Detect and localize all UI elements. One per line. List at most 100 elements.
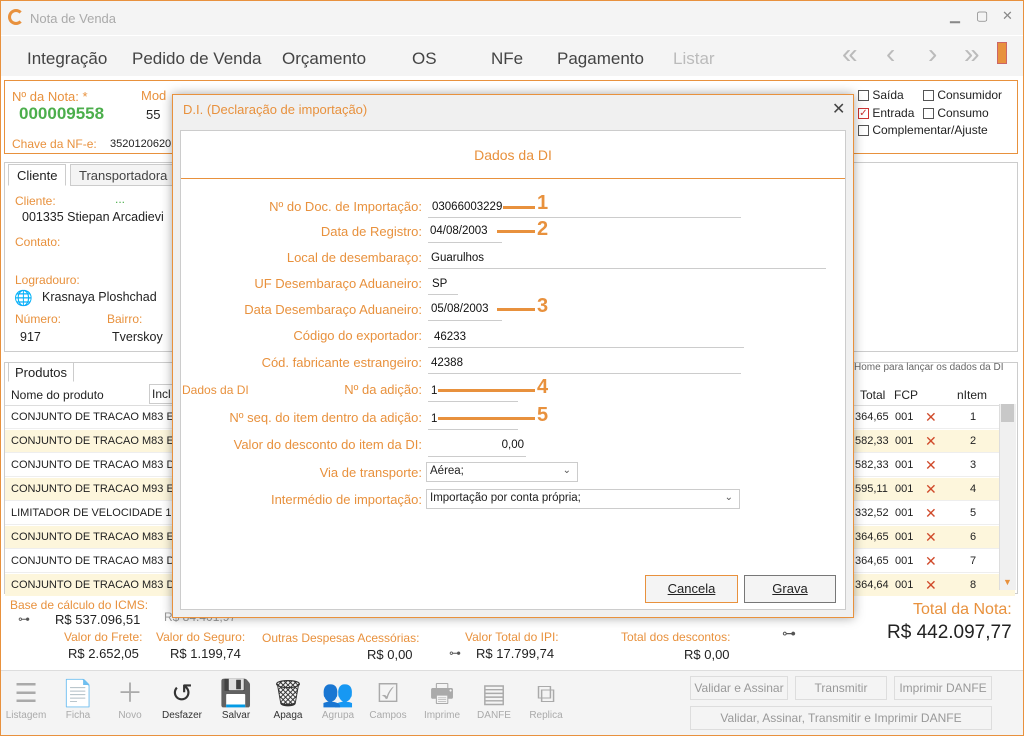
maximize-icon[interactable]: ▢ bbox=[976, 8, 988, 24]
agrupa-button[interactable]: 👥 Agrupa bbox=[316, 676, 360, 721]
tab-produtos[interactable]: Produtos bbox=[8, 362, 75, 382]
produto-nitem: 4 bbox=[970, 483, 977, 495]
remove-icon[interactable]: ✕ bbox=[925, 574, 937, 597]
seguro-value: R$ 1.199,74 bbox=[170, 646, 241, 661]
transmitir-button[interactable]: Transmitir bbox=[795, 676, 887, 700]
validar-all-button[interactable]: Validar, Assinar, Transmitir e Imprimir … bbox=[690, 706, 992, 730]
scroll-down-icon[interactable]: ▼ bbox=[1003, 577, 1012, 587]
tree-icon[interactable]: ⊶ bbox=[18, 612, 30, 626]
cancel-button[interactable]: Cancela bbox=[645, 575, 738, 603]
produto-total: 364,65 bbox=[855, 411, 889, 423]
ficha-button[interactable]: 📄 Ficha bbox=[56, 676, 100, 721]
listagem-icon: ☰ bbox=[14, 678, 38, 708]
fabricante-value[interactable]: 42388 bbox=[431, 357, 463, 369]
bairro-value[interactable]: Tverskoy bbox=[112, 330, 163, 344]
menu-integracao[interactable]: Integração bbox=[27, 49, 107, 69]
complementar-checkbox[interactable]: Complementar/Ajuste bbox=[858, 123, 988, 137]
codigo-exportador-label: Código do exportador: bbox=[293, 328, 422, 343]
produto-nitem: 2 bbox=[970, 435, 977, 447]
agrupa-icon: 👥 bbox=[321, 678, 355, 708]
menu-orcamento[interactable]: Orçamento bbox=[282, 49, 366, 69]
remove-icon[interactable]: ✕ bbox=[925, 550, 937, 573]
codigo-exportador-value[interactable]: 46233 bbox=[434, 331, 466, 343]
novo-button[interactable]: ＋ Novo bbox=[108, 676, 152, 721]
remove-icon[interactable]: ✕ bbox=[925, 526, 937, 549]
remove-icon[interactable]: ✕ bbox=[925, 454, 937, 477]
ipi-tree-icon[interactable]: ⊶ bbox=[449, 646, 461, 660]
via-transporte-select[interactable]: Aérea; ⌄ bbox=[426, 462, 578, 482]
menu-pagamento[interactable]: Pagamento bbox=[557, 49, 644, 69]
col-fcp[interactable]: FCP bbox=[894, 388, 918, 402]
previous-record-icon[interactable]: ‹ bbox=[886, 38, 895, 70]
callout-line-1 bbox=[503, 206, 535, 209]
remove-icon[interactable]: ✕ bbox=[925, 478, 937, 501]
close-icon[interactable]: ✕ bbox=[832, 99, 845, 119]
outras-despesas-label: Outras Despesas Acessórias: bbox=[262, 631, 420, 645]
modelo-label: Mod bbox=[141, 88, 167, 103]
col-nome-produto[interactable]: Nome do produto bbox=[11, 388, 104, 402]
menu-pedido-de-venda[interactable]: Pedido de Venda bbox=[132, 49, 262, 69]
remove-icon[interactable]: ✕ bbox=[925, 502, 937, 525]
data-registro-value[interactable]: 04/08/2003 bbox=[430, 225, 488, 237]
consumo-checkbox[interactable]: Consumo bbox=[923, 106, 989, 120]
total-nota-value: R$ 442.097,77 bbox=[887, 622, 1012, 643]
callout-number-2: 2 bbox=[537, 218, 549, 240]
numero-nota-value: 000009558 bbox=[19, 104, 105, 123]
menu-listar[interactable]: Listar bbox=[673, 49, 715, 69]
seq-item-value[interactable]: 1 bbox=[431, 413, 437, 425]
imprimir-danfe-button[interactable]: Imprimir DANFE bbox=[894, 676, 992, 700]
campos-button[interactable]: ☑ Campos bbox=[366, 676, 410, 721]
consumidor-checkbox[interactable]: Consumidor bbox=[923, 88, 1002, 102]
first-record-icon[interactable]: « bbox=[842, 38, 858, 70]
produto-nome: CONJUNTO DE TRACAO M93 ES bbox=[11, 483, 182, 495]
saida-checkbox[interactable]: Saída bbox=[858, 88, 904, 102]
tab-transportadora[interactable]: Transportadora bbox=[70, 164, 177, 186]
menu-os[interactable]: OS bbox=[412, 49, 437, 69]
data-desembaraco-value[interactable]: 05/08/2003 bbox=[431, 303, 489, 315]
logradouro-value[interactable]: Krasnaya Ploshchad bbox=[42, 290, 157, 304]
tab-cliente[interactable]: Cliente bbox=[8, 164, 67, 186]
close-window-icon[interactable]: ✕ bbox=[1002, 8, 1013, 24]
save-button[interactable]: Grava bbox=[744, 575, 836, 603]
numero-adicao-value[interactable]: 1 bbox=[431, 385, 437, 397]
next-record-icon[interactable]: › bbox=[928, 38, 937, 70]
replica-button[interactable]: ⧉ Replica bbox=[524, 676, 568, 721]
cliente-value[interactable]: 001335 Stiepan Arcadievi bbox=[22, 210, 164, 224]
menu-nfe[interactable]: NFe bbox=[491, 49, 523, 69]
produto-nome: CONJUNTO DE TRACAO M83 ES bbox=[11, 435, 182, 447]
last-record-icon[interactable]: » bbox=[964, 38, 980, 70]
apaga-button[interactable]: 🗑 Apaga bbox=[266, 676, 310, 721]
desc-tree-icon[interactable]: ⊶ bbox=[782, 625, 796, 642]
remove-icon[interactable]: ✕ bbox=[925, 430, 937, 453]
doc-importacao-value[interactable]: 03066003229 bbox=[432, 201, 502, 213]
numero-nota-label: Nº da Nota: * bbox=[12, 89, 88, 104]
numero-value[interactable]: 917 bbox=[20, 330, 41, 344]
danfe-button[interactable]: ▤ DANFE bbox=[472, 676, 516, 721]
scrollbar-thumb[interactable] bbox=[1001, 404, 1014, 422]
remove-icon[interactable]: ✕ bbox=[925, 406, 937, 429]
produto-fcp: 001 bbox=[895, 507, 914, 519]
validar-assinar-button[interactable]: Validar e Assinar bbox=[690, 676, 788, 700]
local-desembaraco-underline bbox=[428, 268, 826, 269]
produto-fcp: 001 bbox=[895, 483, 914, 495]
intermedio-label: Intermédio de importação: bbox=[270, 492, 422, 507]
produto-nitem: 6 bbox=[970, 531, 977, 543]
produtos-scrollbar[interactable] bbox=[999, 404, 1016, 590]
base-icms-value: R$ 537.096,51 bbox=[55, 612, 141, 627]
salvar-button[interactable]: 💾 Salvar bbox=[214, 676, 258, 721]
frete-value: R$ 2.652,05 bbox=[68, 646, 139, 661]
minimize-icon[interactable]: ▁ bbox=[950, 8, 960, 24]
col-nitem[interactable]: nItem bbox=[957, 388, 987, 402]
cliente-lookup-icon[interactable]: ... bbox=[115, 192, 125, 206]
intermedio-select[interactable]: Importação por conta própria; ⌄ bbox=[426, 489, 740, 509]
desfazer-button[interactable]: ↺ Desfazer bbox=[160, 676, 204, 721]
produto-nitem: 8 bbox=[970, 579, 977, 591]
entrada-checkbox[interactable]: ✓ Entrada bbox=[858, 106, 914, 120]
uf-desembaraco-value[interactable]: SP bbox=[432, 278, 447, 290]
local-desembaraco-value[interactable]: Guarulhos bbox=[431, 252, 484, 264]
desconto-value[interactable]: 0,00 bbox=[428, 439, 524, 451]
col-total[interactable]: Total bbox=[860, 388, 885, 402]
imprime-button[interactable]: 🖶 Imprime bbox=[420, 676, 464, 721]
listagem-button[interactable]: ☰ Listagem bbox=[4, 676, 48, 721]
replica-label: Replica bbox=[529, 710, 563, 721]
